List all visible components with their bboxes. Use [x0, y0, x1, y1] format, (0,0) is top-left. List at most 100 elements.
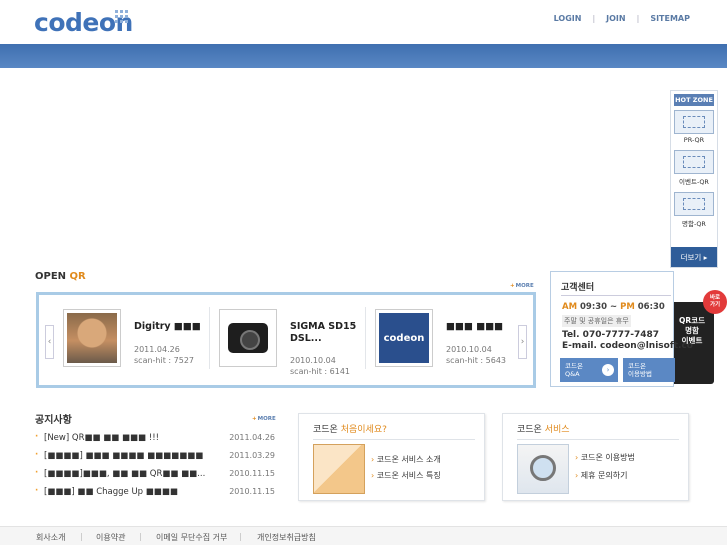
- divider: [561, 295, 671, 296]
- top-header: codeon LOGIN | JOIN | SITEMAP: [0, 0, 727, 44]
- pm-label: PM: [620, 302, 635, 312]
- qr-thumbnail-icon: [674, 192, 714, 216]
- qr-thumbnail-icon: [674, 110, 714, 134]
- first-time-title: 코드온 처음이세요?: [313, 422, 387, 435]
- qr-card-title: Digitry ■■■: [134, 321, 201, 332]
- service-box: 코드온 서비스 코드온 이용방법 제휴 문의하기: [502, 413, 689, 501]
- notice-item[interactable]: [■■■■] ■■■ ■■■■ ■■■■■■■ 2011.03.29: [35, 450, 275, 468]
- separator: |: [139, 532, 142, 541]
- hot-zone-label: 명함-QR: [682, 220, 706, 228]
- qr-card[interactable]: SIGMA SD15 DSL... 2010.10.04 scan-hit : …: [219, 309, 367, 376]
- notice-item-date: 2011.03.29: [229, 451, 275, 460]
- partnership-inquiry-link[interactable]: 제휴 문의하기: [575, 470, 628, 481]
- service-title-prefix: 코드온: [517, 425, 545, 435]
- qr-card-date: 2011.04.26: [134, 345, 180, 354]
- notice-item-date: 2010.11.15: [229, 469, 275, 478]
- how-to-use-line1: 코드온: [628, 362, 646, 370]
- footer: 회사소개 | 이용약관 | 이메일 무단수집 거부 | 개인정보취급방침: [0, 526, 727, 545]
- divider: [209, 307, 210, 369]
- open-qr-carousel: ‹ › Digitry ■■■ 2011.04.26 scan-hit : 75…: [36, 292, 536, 388]
- notice-more-link[interactable]: MORE: [252, 416, 276, 422]
- qr-card-title: ■■■ ■■■: [446, 321, 504, 332]
- service-title-highlight: 서비스: [544, 425, 570, 435]
- person-photo: [67, 313, 117, 363]
- qr-card-thumbnail: codeon: [375, 309, 433, 367]
- go-arrow-icon: ›: [602, 364, 614, 376]
- qr-card[interactable]: codeon ■■■ ■■■ 2010.10.04 scan-hit : 564…: [375, 309, 523, 369]
- open-qr-title: OPEN QR: [35, 271, 86, 282]
- sitemap-link[interactable]: SITEMAP: [650, 14, 690, 23]
- hot-zone-more-button[interactable]: 더보기 ▸: [671, 247, 717, 267]
- notice-list: [New] QR■■ ■■ ■■■ !!! 2011.04.26 [■■■■] ■…: [35, 432, 275, 504]
- chevron-left-icon: ‹: [47, 337, 52, 347]
- service-features-link[interactable]: 코드온 서비스 특징: [371, 470, 441, 481]
- qr-thumbnail-icon: [674, 150, 714, 174]
- first-time-box: 코드온 처음이세요? 코드온 서비스 소개 코드온 서비스 특징: [298, 413, 485, 501]
- separator: |: [239, 532, 242, 541]
- promo-go-badge[interactable]: 바로 가기: [703, 290, 727, 314]
- email-address[interactable]: E-mail. codeon@lnisoft.co: [562, 341, 693, 351]
- business-hours: AM 09:30 ~ PM 06:30: [562, 302, 665, 312]
- hot-zone-item-pr-qr[interactable]: PR-QR: [671, 110, 717, 144]
- first-time-title-highlight: 처음이세요?: [340, 425, 387, 435]
- how-to-use-line2: 이용방법: [628, 370, 652, 378]
- am-time: 09:30 ~: [577, 302, 621, 312]
- open-qr-title-prefix: OPEN: [35, 271, 67, 282]
- qr-card-hit: scan-hit : 6141: [290, 367, 350, 376]
- holiday-note: 주말 및 공휴일은 휴무: [562, 315, 631, 327]
- nav-bar: [0, 44, 727, 68]
- am-label: AM: [562, 302, 578, 312]
- divider: [313, 439, 475, 440]
- qr-card-thumbnail: [63, 309, 121, 367]
- notice-item-text[interactable]: [■■■] ■■ Chagge Up ■■■■: [44, 487, 224, 497]
- qna-button[interactable]: 코드온 Q&A ›: [560, 358, 618, 382]
- divider: [365, 307, 366, 369]
- carousel-prev-button[interactable]: ‹: [45, 325, 54, 359]
- qr-card[interactable]: Digitry ■■■ 2011.04.26 scan-hit : 7527: [63, 309, 211, 369]
- footer-privacy-link[interactable]: 개인정보취급방침: [257, 532, 316, 543]
- hot-zone-item-event-qr[interactable]: 이벤트-QR: [671, 150, 717, 186]
- login-link[interactable]: LOGIN: [554, 14, 582, 23]
- pm-time: 06:30: [634, 302, 665, 312]
- qr-card-hit: scan-hit : 7527: [134, 356, 194, 365]
- separator: |: [80, 532, 83, 541]
- notebook-pen-icon: [313, 444, 365, 494]
- service-intro-link[interactable]: 코드온 서비스 소개: [371, 454, 441, 465]
- notice-item-text[interactable]: [■■■■] ■■■ ■■■■ ■■■■■■■: [44, 451, 224, 461]
- magnifier-icon: [517, 444, 569, 494]
- notice-item[interactable]: [■■■] ■■ Chagge Up ■■■■ 2010.11.15: [35, 486, 275, 504]
- divider: [517, 439, 679, 440]
- hot-zone-item-card-qr[interactable]: 명함-QR: [671, 192, 717, 228]
- notice-item-date: 2011.04.26: [229, 433, 275, 442]
- codeon-logo-thumbnail: codeon: [379, 313, 429, 363]
- first-time-title-prefix: 코드온: [313, 425, 341, 435]
- how-to-use-link[interactable]: 코드온 이용방법: [575, 452, 635, 463]
- notice-item[interactable]: [New] QR■■ ■■ ■■■ !!! 2011.04.26: [35, 432, 275, 450]
- service-title: 코드온 서비스: [517, 422, 570, 435]
- open-qr-more-link[interactable]: MORE: [510, 283, 534, 289]
- hot-zone-label: 이벤트-QR: [679, 178, 709, 186]
- how-to-use-button[interactable]: 코드온 이용방법: [623, 358, 675, 382]
- notice-item-text[interactable]: [■■■■]■■■, ■■ ■■ QR■■ ■■...: [44, 469, 224, 479]
- notice-item[interactable]: [■■■■]■■■, ■■ ■■ QR■■ ■■... 2010.11.15: [35, 468, 275, 486]
- notice-item-text[interactable]: [New] QR■■ ■■ ■■■ !!!: [44, 433, 224, 443]
- qr-card-date: 2010.10.04: [290, 356, 336, 365]
- footer-company-link[interactable]: 회사소개: [36, 532, 65, 543]
- hot-zone-label: PR-QR: [683, 136, 705, 144]
- qr-card-date: 2010.10.04: [446, 345, 492, 354]
- logo-dots-icon: [115, 10, 128, 23]
- top-links: LOGIN | JOIN | SITEMAP: [554, 14, 690, 23]
- camera-photo: [223, 313, 273, 363]
- phone-number: Tel. 070-7777-7487: [562, 330, 660, 340]
- qr-card-title: SIGMA SD15 DSL...: [290, 321, 357, 344]
- separator: |: [636, 14, 640, 23]
- footer-email-policy-link[interactable]: 이메일 무단수집 거부: [156, 532, 227, 543]
- hot-zone-title: HOT ZONE: [674, 94, 714, 106]
- customer-center-title: 고객센터: [561, 283, 595, 293]
- footer-terms-link[interactable]: 이용약관: [96, 532, 125, 543]
- separator: |: [592, 14, 596, 23]
- hot-zone-panel: HOT ZONE PR-QR 이벤트-QR 명함-QR 더보기 ▸: [670, 90, 718, 268]
- qr-card-hit: scan-hit : 5643: [446, 356, 506, 365]
- notice-title: 공지사항: [35, 415, 72, 426]
- join-link[interactable]: JOIN: [606, 14, 625, 23]
